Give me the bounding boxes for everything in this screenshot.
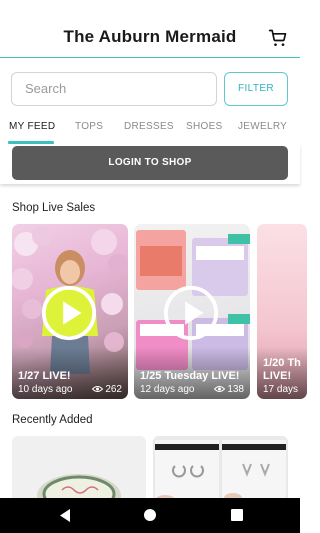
live-sale-title: 1/27 LIVE! bbox=[18, 370, 71, 382]
app-header: The Auburn Mermaid bbox=[0, 0, 300, 58]
product-card[interactable] bbox=[12, 436, 146, 506]
live-sale-views: 138 bbox=[214, 384, 244, 395]
play-icon[interactable] bbox=[40, 284, 98, 342]
live-sale-title: 1/20 Th LIVE! bbox=[263, 357, 301, 382]
tab-dresses[interactable]: DRESSES bbox=[124, 121, 174, 132]
live-sales-heading: Shop Live Sales bbox=[12, 202, 96, 214]
live-sale-title: 1/25 Tuesday LIVE! bbox=[140, 370, 240, 382]
recent-apps-icon[interactable] bbox=[231, 509, 243, 521]
live-sale-card[interactable]: 1/25 Tuesday LIVE! 12 days ago 138 bbox=[134, 224, 250, 399]
live-sale-card[interactable]: 1/27 LIVE! 10 days ago 262 bbox=[12, 224, 128, 399]
eye-icon bbox=[92, 386, 104, 393]
product-thumbnail bbox=[155, 440, 286, 506]
live-sale-age: 17 days bbox=[263, 384, 299, 395]
filter-button[interactable]: FILTER bbox=[224, 72, 288, 106]
play-icon[interactable] bbox=[162, 284, 220, 342]
tab-my-feed[interactable]: MY FEED bbox=[9, 121, 55, 132]
recently-added-heading: Recently Added bbox=[12, 414, 93, 426]
login-to-shop-button[interactable]: LOGIN TO SHOP bbox=[12, 146, 288, 180]
live-sale-age: 12 days ago bbox=[140, 384, 195, 395]
live-sale-views: 262 bbox=[92, 384, 122, 395]
category-tabs: MY FEED TOPS DRESSES SHOES JEWELRY bbox=[0, 112, 300, 144]
view-count: 138 bbox=[227, 384, 244, 395]
cart-icon[interactable] bbox=[268, 28, 288, 48]
search-input[interactable]: Search bbox=[11, 72, 217, 106]
tab-tops[interactable]: TOPS bbox=[75, 121, 103, 132]
live-sale-card[interactable]: 1/20 Th LIVE! 17 days bbox=[257, 224, 307, 399]
product-card[interactable] bbox=[153, 436, 288, 506]
store-title: The Auburn Mermaid bbox=[63, 27, 237, 46]
product-thumbnail bbox=[37, 474, 121, 506]
tab-shoes[interactable]: SHOES bbox=[186, 121, 223, 132]
live-sale-age: 10 days ago bbox=[18, 384, 73, 395]
home-icon[interactable] bbox=[144, 509, 156, 521]
system-nav-bar bbox=[0, 498, 300, 533]
eye-icon bbox=[214, 386, 226, 393]
tab-jewelry[interactable]: JEWELRY bbox=[238, 121, 287, 132]
view-count: 262 bbox=[105, 384, 122, 395]
back-icon[interactable] bbox=[58, 508, 72, 523]
